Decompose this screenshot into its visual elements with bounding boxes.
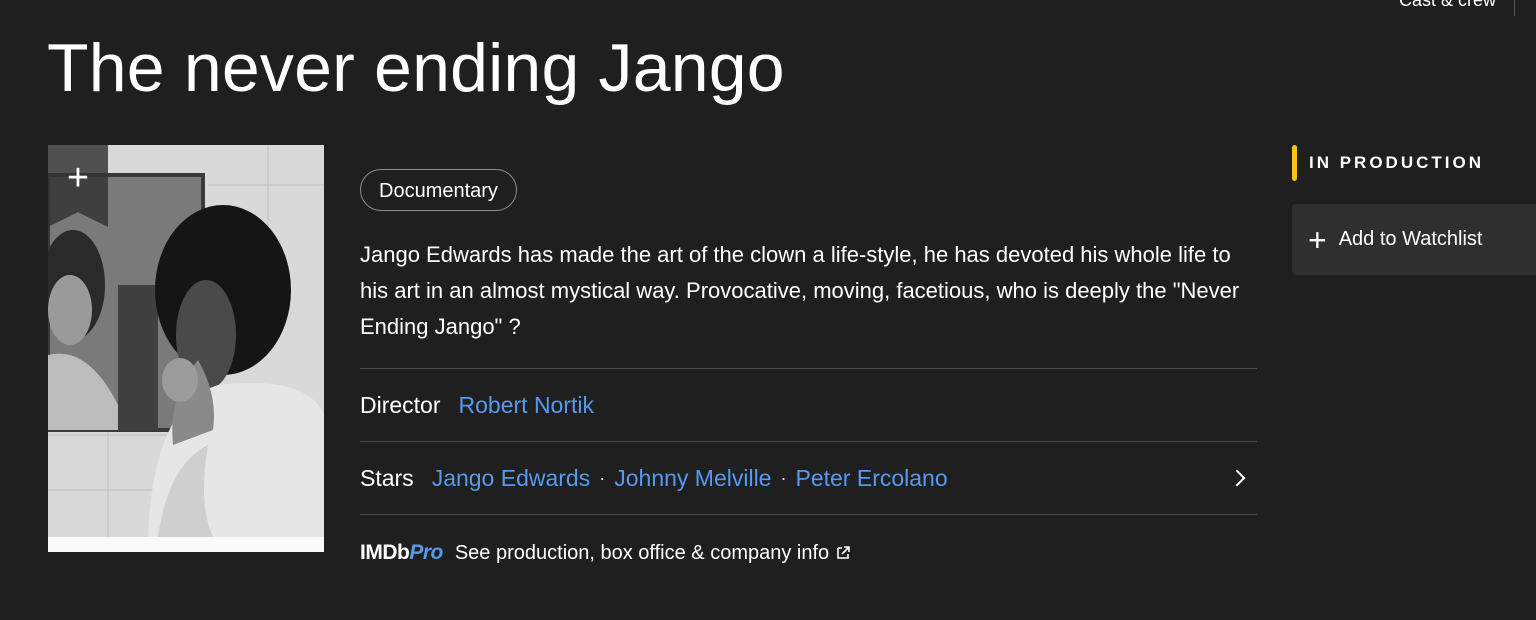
- external-link-icon: [837, 546, 850, 559]
- add-to-watchlist-button[interactable]: + Add to Watchlist: [1292, 204, 1536, 275]
- divider: [360, 441, 1257, 442]
- title-page: Cast & crew The never ending Jango + Doc…: [0, 0, 1536, 620]
- imdbpro-link[interactable]: IMDbPro See production, box office & com…: [360, 538, 851, 568]
- imdbpro-logo: IMDbPro: [360, 541, 443, 564]
- stars-label: Stars: [360, 464, 414, 491]
- separator: ·: [780, 467, 787, 488]
- cast-crew-link[interactable]: Cast & crew: [1399, 0, 1496, 11]
- watchlist-label: Add to Watchlist: [1338, 228, 1483, 250]
- chevron-right-icon[interactable]: [1228, 469, 1246, 487]
- plus-icon: +: [1308, 221, 1327, 258]
- separator: ·: [599, 467, 606, 488]
- divider: [360, 514, 1257, 515]
- page-title: The never ending Jango: [47, 30, 785, 106]
- plot-summary: Jango Edwards has made the art of the cl…: [360, 242, 1240, 339]
- star-link[interactable]: Johnny Melville: [614, 465, 771, 492]
- status-text: IN PRODUCTION: [1309, 153, 1484, 172]
- director-row: Director Robert Nortik: [360, 387, 1257, 423]
- stars-row[interactable]: Stars Jango Edwards · Johnny Melville · …: [360, 460, 1257, 496]
- star-link[interactable]: Jango Edwards: [432, 465, 591, 492]
- divider: [360, 368, 1257, 369]
- director-label: Director: [360, 391, 441, 418]
- director-link[interactable]: Robert Nortik: [459, 392, 594, 419]
- star-link[interactable]: Peter Ercolano: [795, 465, 947, 492]
- genre-chip[interactable]: Documentary: [360, 169, 517, 211]
- status-accent-bar: [1292, 145, 1297, 181]
- divider: [1514, 0, 1515, 16]
- plus-icon[interactable]: +: [48, 159, 108, 197]
- production-status: IN PRODUCTION: [1292, 145, 1484, 181]
- imdbpro-text: See production, box office & company inf…: [454, 541, 830, 564]
- poster[interactable]: +: [48, 145, 324, 552]
